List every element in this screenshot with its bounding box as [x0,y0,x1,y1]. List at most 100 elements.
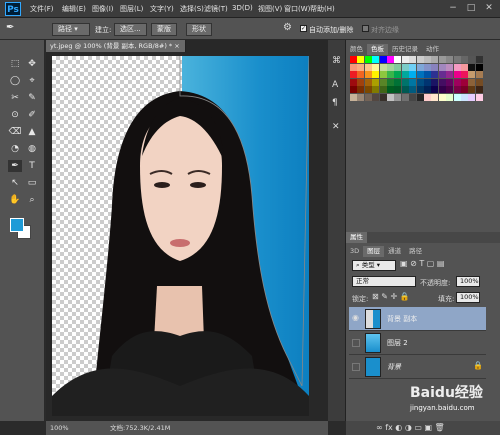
color-swatch[interactable] [357,78,365,86]
color-swatch[interactable] [438,78,446,86]
color-swatch[interactable] [387,71,394,79]
color-swatch[interactable] [453,56,461,63]
color-swatch[interactable] [409,78,417,86]
eraser-tool-icon[interactable]: ⌫ [8,126,22,138]
color-swatch[interactable] [461,94,468,101]
color-swatch[interactable] [379,94,387,101]
color-swatch[interactable] [475,86,483,94]
color-swatch[interactable] [350,71,357,79]
color-swatch[interactable] [379,78,387,86]
close-window-button[interactable]: ✕ [483,3,495,14]
filter-icons[interactable]: ▣ ⊘ T ▢ ▤ [400,259,444,268]
color-swatch[interactable] [387,56,394,63]
color-swatch[interactable] [387,86,394,94]
color-swatch[interactable] [431,56,439,63]
color-swatch[interactable] [372,94,380,101]
color-swatch[interactable] [379,63,387,71]
mask-button[interactable]: 蒙版 [151,23,177,36]
color-swatch[interactable] [394,56,402,63]
pen-tool-icon[interactable]: ✒ [6,22,14,33]
color-swatch[interactable] [350,94,357,101]
color-swatch[interactable] [357,86,365,94]
color-swatch[interactable] [453,86,461,94]
color-swatch[interactable] [394,63,402,71]
color-swatch[interactable] [350,56,357,63]
panel-tab[interactable]: 3D [346,246,363,257]
character-panel-icon[interactable]: A [332,80,338,90]
color-swatch[interactable] [379,86,387,94]
color-swatch[interactable] [350,86,357,94]
menu-item[interactable]: 图像(I) [92,4,114,14]
color-swatch[interactable] [468,78,476,86]
color-swatch[interactable] [446,71,454,79]
color-swatch[interactable] [468,63,476,71]
eyedropper-tool-icon[interactable]: ✎ [25,92,39,104]
color-swatch[interactable] [357,94,365,101]
color-swatch[interactable] [401,71,409,79]
panel-tab[interactable]: 图层 [363,246,385,257]
eye-icon[interactable]: ◉ [352,313,362,323]
color-swatch[interactable] [438,71,446,79]
shape-button[interactable]: 形状 [186,23,212,36]
maximize-button[interactable]: □ [465,3,477,14]
menu-item[interactable]: 选择(S) [180,4,204,14]
layer-row-layer-2[interactable]: 图层 2 [349,331,486,355]
color-swatch[interactable] [350,78,357,86]
path-select-tool-icon[interactable]: ↖ [8,177,22,189]
menu-item[interactable]: 滤镜(T) [204,4,228,14]
menu-item[interactable]: 文件(F) [30,4,54,14]
color-swatch[interactable] [401,86,409,94]
gradient-tool-icon[interactable]: ▲ [25,126,39,138]
color-swatch[interactable] [401,63,409,71]
type-tool-icon[interactable]: T [25,160,39,172]
color-swatch[interactable] [446,86,454,94]
color-swatch[interactable] [468,86,476,94]
panel-tab[interactable]: 动作 [422,44,443,55]
color-swatch[interactable] [416,56,424,63]
color-swatch[interactable] [461,86,468,94]
menu-item[interactable]: 视图(V) [258,4,282,14]
color-swatch[interactable] [453,63,461,71]
color-swatch[interactable] [401,78,409,86]
color-swatch[interactable] [364,71,372,79]
dodge-tool-icon[interactable]: ◍ [25,143,39,155]
layer-row-background[interactable]: 背景 🔒 [349,355,486,379]
color-swatch[interactable] [424,78,431,86]
color-swatch[interactable] [357,71,365,79]
menu-item[interactable]: 图层(L) [120,4,143,14]
color-swatch[interactable] [416,94,424,101]
swatches-grid[interactable] [350,56,484,120]
align-edges-checkbox[interactable] [362,25,369,32]
menu-item[interactable]: 编辑(E) [62,4,86,14]
move-tool-icon[interactable]: ✥ [25,58,39,70]
image-canvas[interactable] [52,56,309,416]
color-swatch[interactable] [453,78,461,86]
color-swatch[interactable] [401,56,409,63]
color-swatch[interactable] [409,63,417,71]
color-swatch[interactable] [387,78,394,86]
color-swatch[interactable] [379,56,387,63]
color-swatch[interactable] [424,94,431,101]
color-swatch[interactable] [438,86,446,94]
color-swatch[interactable] [475,71,483,79]
color-swatch[interactable] [453,94,461,101]
hand-tool-icon[interactable]: ✋ [8,194,22,206]
color-swatch[interactable] [364,86,372,94]
panel-tab[interactable]: 路径 [405,246,426,257]
panel-tab[interactable]: 色板 [367,44,388,55]
color-swatch[interactable] [431,94,439,101]
close-tab-icon[interactable]: × [174,42,179,50]
color-swatch[interactable] [409,56,417,63]
color-swatch[interactable] [409,94,417,101]
color-swatch[interactable] [461,78,468,86]
visibility-toggle[interactable] [352,363,360,371]
color-swatch[interactable] [379,71,387,79]
layer-filter-select[interactable]: ⌕ 类型 ▾ [352,260,396,271]
color-swatch[interactable] [453,71,461,79]
gear-icon[interactable]: ⚙ [283,22,292,33]
color-swatch[interactable] [372,56,380,63]
color-swatch[interactable] [364,94,372,101]
color-swatch[interactable] [438,56,446,63]
panel-tab[interactable]: 历史记录 [388,44,422,55]
auto-add-delete-checkbox[interactable]: ✓ [300,25,307,32]
